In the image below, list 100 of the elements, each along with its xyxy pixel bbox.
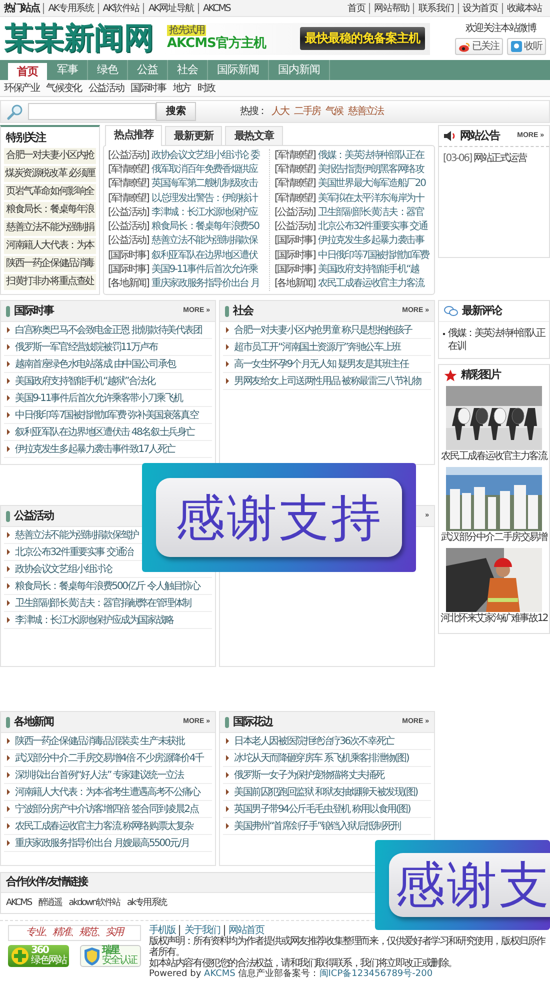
headline-link[interactable]: 男网友给女上司送两性用品 被称最雷三八节礼物: [234, 374, 421, 388]
site-logo[interactable]: 某某新闻网: [4, 24, 154, 54]
headline-link[interactable]: 政协会议文艺组小组讨论: [15, 562, 112, 576]
headline-link[interactable]: 美国政府支持智能手机“越狱”合法化: [15, 374, 155, 388]
headline-link[interactable]: 武汉部分中介二手房交易增4倍 不少房源降价4千: [15, 752, 204, 764]
featured-link[interactable]: 慈善立法不能为强制捐: [4, 220, 96, 236]
hot-search-link[interactable]: 二手房: [294, 105, 320, 118]
headline-link[interactable]: 北京公布32件重要实事 交通: [318, 220, 428, 234]
headline-link[interactable]: 美国政府支持智能手机“越: [318, 262, 419, 277]
category-link[interactable]: [公益活动]: [108, 206, 149, 220]
hot-search-link[interactable]: 人大: [271, 105, 290, 118]
headline-link[interactable]: 粮食局长：餐桌每年浪费500亿斤 令人触目惊心: [15, 580, 200, 592]
category-link[interactable]: [军情瞭望]: [274, 149, 316, 163]
brand-link[interactable]: AKCMS: [204, 969, 236, 979]
headline-link[interactable]: 慈善立法不能为强制捐款保驾护: [15, 528, 138, 542]
headline-link[interactable]: 高一女生怀孕9个月无人知 疑男友是其班主任: [234, 358, 408, 370]
category-link[interactable]: [国际时事]: [274, 262, 316, 277]
partner-link[interactable]: AKCMS: [6, 898, 32, 910]
headline-link[interactable]: 美报告指责伊朗黑客网络攻: [318, 163, 424, 178]
category-link[interactable]: [国际时事]: [108, 262, 149, 277]
nav-tab[interactable]: 首页: [8, 63, 47, 80]
category-link[interactable]: [军情瞭望]: [108, 163, 149, 178]
category-link[interactable]: [军情瞭望]: [274, 163, 316, 178]
top-link[interactable]: 收藏本站: [502, 2, 546, 14]
featured-link[interactable]: 陕西一药企保健品消毒: [4, 256, 96, 272]
featured-link[interactable]: 扫黄打非办将重点查处: [4, 274, 96, 290]
category-link[interactable]: [各地新闻]: [108, 276, 149, 291]
category-link[interactable]: [公益活动]: [274, 220, 316, 234]
headline-link[interactable]: 冰坨从天而降砸穿房车 系飞机乘客排泄物(图): [234, 752, 409, 764]
top-link[interactable]: AK专用系统: [44, 2, 98, 14]
category-link[interactable]: [军情瞭望]: [108, 192, 149, 206]
featured-link[interactable]: 合肥一对夫妻小区内抢: [4, 148, 96, 164]
headline-link[interactable]: 英国海军第二艘机制级攻击: [152, 177, 258, 192]
headline-link[interactable]: 李津城：长江水源地保护应成为国家战略: [15, 614, 174, 626]
headline-link[interactable]: 北京公布32件重要实事 交通治: [15, 546, 133, 558]
category-link[interactable]: [军情瞭望]: [274, 192, 316, 206]
hot-search-link[interactable]: 慈善立法: [348, 105, 384, 118]
top-link[interactable]: 网站帮助: [369, 2, 414, 14]
headline-link[interactable]: 李津城：长江水源地保护应: [152, 206, 258, 220]
headline-link[interactable]: 日本老人因被医院拒绝治疗36次不幸死亡: [234, 734, 394, 748]
headline-link[interactable]: 卫生部副部长黄洁夫：器官: [318, 206, 424, 220]
subnav-link[interactable]: 地方: [172, 82, 190, 94]
headline-link[interactable]: 粮食局长：餐桌每年浪费50: [152, 220, 259, 234]
headline-link[interactable]: 美国前囚犯跑回监狱 和狱友抽烟聊天被发现(图): [234, 786, 418, 798]
subnav-link[interactable]: 时政: [197, 82, 216, 94]
headline-link[interactable]: 重庆家政服务指导价出台 月: [152, 276, 260, 291]
floating-ad[interactable]: 感谢支持: [142, 463, 416, 572]
headline-link[interactable]: 伊拉克发生多起暴力袭击事: [318, 234, 424, 248]
headline-link[interactable]: 美国9-11事件后首次允许乘客带小刀乘飞机: [15, 392, 182, 404]
category-link[interactable]: [公益活动]: [108, 234, 149, 248]
headline-link[interactable]: 陕西一药企保健品消毒品混装卖 生产未获批: [15, 734, 184, 748]
picture-caption[interactable]: 农民工成春运收官主力客流: [441, 450, 547, 464]
partner-link[interactable]: akdown软件站: [68, 898, 120, 910]
headline-link[interactable]: 美军拟在太平洋东海岸为十: [318, 192, 424, 206]
headline-link[interactable]: 俄罗斯一军官经营妓院被罚11万卢布: [15, 340, 158, 354]
content-tab[interactable]: 热点推荐: [105, 125, 162, 146]
subnav-link[interactable]: 国际时事: [130, 82, 166, 94]
headline-link[interactable]: 深圳拟出台首例“好人法” 专家建议统一立法: [15, 768, 184, 782]
partner-link[interactable]: ak专用系统: [126, 898, 166, 910]
headline-link[interactable]: 美国弗州“首席刽子手”锒铛入狱后抵制死刑: [234, 820, 400, 832]
headline-link[interactable]: 重庆家政服务指导价出台 月嫂最高5500元/月: [15, 836, 190, 850]
headline-link[interactable]: 俄罗斯一女子为保护宠物猫将丈夫捅死: [234, 768, 384, 782]
category-link[interactable]: [国际时事]: [274, 248, 316, 263]
headline-link[interactable]: 卫生部副部长黄洁夫：器官捐献弊在管理体制: [15, 596, 192, 610]
headline-link[interactable]: 以总理发出警告：伊朗核计: [152, 192, 258, 206]
search-button[interactable]: 搜索: [156, 102, 196, 121]
category-link[interactable]: [军情瞭望]: [108, 177, 149, 192]
hot-search-link[interactable]: 气候: [325, 105, 344, 118]
partner-link[interactable]: 醉逍遥: [38, 898, 62, 910]
headline-link[interactable]: 超市员工开“河南国土资源厅”奔驰公车上班: [234, 340, 400, 354]
headline-link[interactable]: 美国世界最大海军造船厂20: [318, 177, 426, 192]
top-link[interactable]: 设为首页: [458, 2, 502, 14]
category-link[interactable]: [军情瞭望]: [274, 177, 316, 192]
headline-link[interactable]: 慈善立法不能为强制捐款保: [152, 234, 258, 248]
headline-link[interactable]: 伊拉克发生多起暴力袭击事件致17人死亡: [15, 442, 175, 456]
picture-caption[interactable]: 河北怀来艾家沟矿难事故12: [440, 612, 548, 626]
floating-ad[interactable]: 感谢支: [375, 840, 550, 930]
category-link[interactable]: [公益活动]: [274, 206, 316, 220]
headline-link[interactable]: 白宫称奥巴马不会致电金正恩 批朝款待美代表团: [15, 324, 202, 336]
subnav-link[interactable]: 环保产业: [4, 82, 40, 94]
content-tab[interactable]: 最热文章: [225, 126, 283, 145]
footer-link[interactable]: 手机版: [149, 925, 176, 936]
headline-link[interactable]: 中日俄印等7国被指增加军费: [318, 248, 429, 263]
headline-link[interactable]: 宁波部分房产中介访客增四倍 签合同到凌晨2点: [15, 802, 198, 816]
top-link[interactable]: 联系我们: [413, 2, 458, 14]
headline-link[interactable]: 俄军取消百年免费香烟供应: [152, 163, 258, 178]
headline-link[interactable]: 英国男子带94公斤毛毛虫登机 称用以食用(图): [234, 802, 410, 816]
headline-link[interactable]: 政协会议文艺组小组讨论 委: [152, 149, 260, 163]
footer-link[interactable]: 关于我们: [179, 925, 220, 936]
headline-link[interactable]: 农民工成春运收官主力客流: [318, 276, 424, 291]
top-link[interactable]: 首页: [344, 2, 370, 14]
headline-link[interactable]: 叙利亚军队在边界地区遭伏击 48名叙士兵身亡: [15, 426, 195, 438]
record-link[interactable]: 闽ICP备123456789号-200: [319, 969, 433, 979]
top-link[interactable]: AKCMS: [198, 2, 234, 14]
category-link[interactable]: [公益活动]: [108, 149, 149, 163]
subnav-link[interactable]: 公益活动: [88, 82, 124, 94]
headline-link[interactable]: 叙利亚军队在边界地区遭伏: [152, 248, 258, 263]
category-link[interactable]: [国际时事]: [108, 248, 149, 263]
featured-link[interactable]: 页岩气革命如何影响全: [4, 184, 96, 200]
top-link[interactable]: AK软件站: [98, 2, 144, 14]
